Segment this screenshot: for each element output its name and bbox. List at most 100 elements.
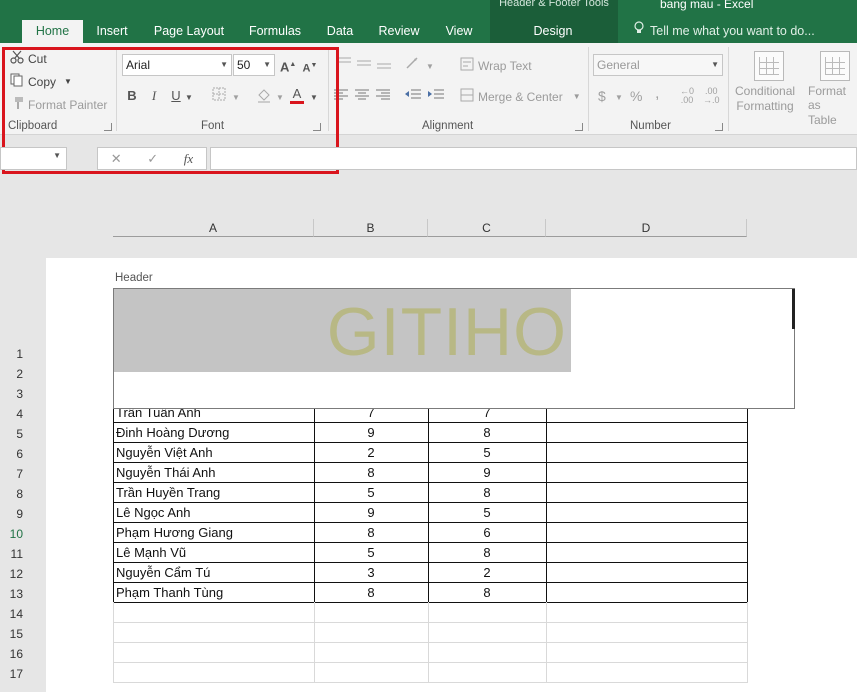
cell-score-b[interactable]: 9 [314, 422, 428, 442]
name-box[interactable]: ▼ [0, 147, 67, 170]
row-header[interactable]: 4 [0, 402, 25, 422]
cell-score-c[interactable]: 8 [428, 582, 546, 602]
number-launcher-icon[interactable] [715, 123, 723, 131]
row-header[interactable]: 16 [0, 642, 25, 662]
cell-name[interactable]: Phạm Hương Giang [113, 522, 314, 542]
column-header-b[interactable]: B [314, 219, 428, 237]
formula-input[interactable] [210, 147, 857, 170]
name-box-dropdown-icon[interactable]: ▼ [53, 151, 61, 160]
cell-name[interactable]: Trần Huyền Trang [113, 482, 314, 502]
decrease-indent-icon[interactable] [405, 88, 421, 106]
row-header[interactable]: 6 [0, 442, 25, 462]
row-header[interactable]: 14 [0, 602, 25, 622]
alignment-launcher-icon[interactable] [575, 123, 583, 131]
orientation-dropdown-icon[interactable]: ▼ [426, 58, 434, 76]
cell-score-c[interactable]: 8 [428, 482, 546, 502]
currency-dropdown-icon[interactable]: ▼ [615, 89, 623, 107]
cell-score-c[interactable]: 5 [428, 502, 546, 522]
row-header[interactable]: 7 [0, 462, 25, 482]
row-header[interactable]: 17 [0, 662, 25, 682]
row-header[interactable]: 10 [0, 522, 25, 542]
conditional-formatting-button[interactable]: Conditional Formatting [735, 84, 795, 113]
tab-page-layout[interactable]: Page Layout [148, 20, 230, 43]
row-header[interactable]: 11 [0, 542, 25, 562]
row-header[interactable]: 1 [0, 342, 25, 362]
orientation-icon[interactable] [405, 56, 423, 75]
currency-button[interactable]: $ [598, 87, 606, 105]
cancel-icon[interactable]: ✕ [111, 151, 122, 167]
row-header[interactable]: 9 [0, 502, 25, 522]
row-header[interactable]: 8 [0, 482, 25, 502]
column-header-a[interactable]: A [113, 219, 314, 237]
tab-home[interactable]: Home [22, 20, 83, 43]
column-header-d[interactable]: D [546, 219, 747, 237]
cell-score-c[interactable]: 8 [428, 422, 546, 442]
enter-icon[interactable]: ✓ [147, 151, 158, 167]
percent-button[interactable]: % [630, 87, 642, 105]
cell-score-c[interactable]: 9 [428, 462, 546, 482]
cell-score-b[interactable]: 8 [314, 522, 428, 542]
cell-score-b[interactable]: 5 [314, 542, 428, 562]
tab-view[interactable]: View [438, 20, 480, 43]
cell-name[interactable]: Phạm Thanh Tùng [113, 582, 314, 602]
cell-empty-d[interactable] [546, 582, 747, 602]
increase-indent-icon[interactable] [428, 88, 444, 106]
cell-name[interactable]: Đinh Hoàng Dương [113, 422, 314, 442]
cell-score-c[interactable]: 5 [428, 442, 546, 462]
conditional-formatting-label-1: Conditional [735, 84, 796, 98]
merge-center-button[interactable]: Merge & Center ▼ [460, 88, 581, 105]
row-header[interactable]: 12 [0, 562, 25, 582]
decrease-decimal-icon[interactable]: .00 →.0 [703, 87, 720, 105]
column-header-c[interactable]: C [428, 219, 546, 237]
comma-button[interactable]: , [655, 85, 659, 103]
cell-score-b[interactable]: 5 [314, 482, 428, 502]
cell-name[interactable]: Lê Ngọc Anh [113, 502, 314, 522]
merge-dropdown-icon[interactable]: ▼ [573, 92, 581, 101]
row-header[interactable]: 15 [0, 622, 25, 642]
insert-function-icon[interactable]: fx [184, 151, 193, 167]
cell-empty-d[interactable] [546, 442, 747, 462]
cell-score-b[interactable]: 2 [314, 442, 428, 462]
align-middle-icon[interactable] [356, 56, 372, 75]
cell-empty-d[interactable] [546, 522, 747, 542]
cell-score-b[interactable]: 8 [314, 462, 428, 482]
cell-empty-d[interactable] [546, 502, 747, 522]
tab-insert[interactable]: Insert [89, 20, 135, 43]
tab-review[interactable]: Review [373, 20, 425, 43]
row-header[interactable]: 13 [0, 582, 25, 602]
cell-empty-d[interactable] [546, 462, 747, 482]
cell-empty-d[interactable] [546, 482, 747, 502]
tab-design[interactable]: Design [520, 20, 586, 43]
cell-name[interactable]: Nguyễn Cẩm Tú [113, 562, 314, 582]
cell-score-c[interactable]: 2 [428, 562, 546, 582]
cell-score-b[interactable]: 9 [314, 502, 428, 522]
conditional-formatting-icon[interactable] [754, 51, 784, 81]
cell-score-b[interactable]: 3 [314, 562, 428, 582]
tab-formulas[interactable]: Formulas [243, 20, 307, 43]
row-header[interactable]: 3 [0, 382, 25, 402]
align-bottom-icon[interactable] [376, 56, 392, 75]
number-format-dropdown-icon[interactable]: ▼ [711, 55, 719, 75]
row-header[interactable]: 5 [0, 422, 25, 442]
tab-data[interactable]: Data [320, 20, 360, 43]
format-as-table-icon[interactable] [820, 51, 850, 81]
format-as-table-button[interactable]: Format as Table [808, 84, 857, 127]
increase-decimal-icon[interactable]: ←0.00 [680, 87, 694, 105]
cell-name[interactable]: Nguyễn Thái Anh [113, 462, 314, 482]
cell-empty-d[interactable] [546, 562, 747, 582]
cell-name[interactable]: Lê Mạnh Vũ [113, 542, 314, 562]
align-center-icon[interactable] [355, 88, 369, 106]
cell-score-b[interactable]: 8 [314, 582, 428, 602]
row-header[interactable]: 2 [0, 362, 25, 382]
cell-name[interactable]: Nguyễn Việt Anh [113, 442, 314, 462]
page-header-box[interactable]: GITIHO [113, 288, 795, 409]
cell-score-c[interactable]: 6 [428, 522, 546, 542]
wrap-text-button[interactable]: Wrap Text [460, 57, 532, 74]
cell-empty-d[interactable] [546, 422, 747, 442]
tell-me-box[interactable]: Tell me what you want to do... [634, 20, 815, 43]
cell-score-c[interactable]: 8 [428, 542, 546, 562]
cell-empty-d[interactable] [546, 542, 747, 562]
header-picture[interactable]: GITIHO [114, 289, 571, 372]
number-format-box[interactable]: General ▼ [593, 54, 723, 76]
align-right-icon[interactable] [376, 88, 390, 106]
